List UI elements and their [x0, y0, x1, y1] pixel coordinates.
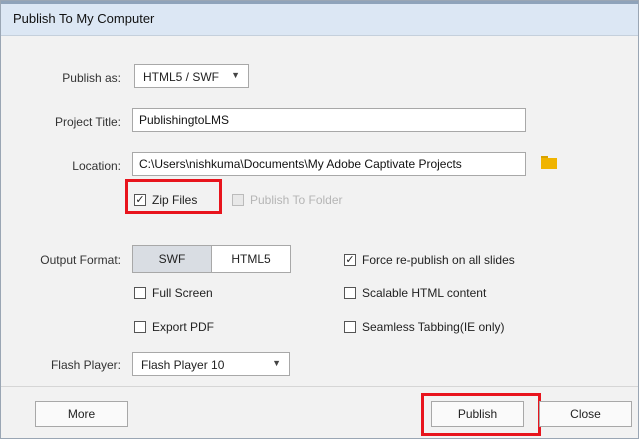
location-label: Location:: [72, 159, 121, 173]
seamless-tabbing-label: Seamless Tabbing(IE only): [362, 320, 505, 334]
force-republish-label: Force re-publish on all slides: [362, 253, 515, 267]
checkbox-empty-icon: [134, 321, 146, 333]
folder-body: [541, 158, 557, 169]
publish-as-value: HTML5 / SWF: [143, 70, 220, 84]
title-bar-edge: [1, 1, 638, 4]
publish-dialog: Publish To My Computer Publish as: HTML5…: [0, 0, 639, 439]
checkbox-empty-icon: [344, 287, 356, 299]
full-screen-checkbox[interactable]: Full Screen: [134, 286, 213, 300]
scalable-html-checkbox[interactable]: Scalable HTML content: [344, 286, 486, 300]
export-pdf-checkbox[interactable]: Export PDF: [134, 320, 214, 334]
chevron-down-icon: ▼: [231, 70, 240, 80]
flash-player-value: Flash Player 10: [141, 358, 225, 372]
chevron-down-icon: ▼: [272, 358, 281, 368]
publish-to-folder-checkbox[interactable]: Publish To Folder: [232, 193, 343, 207]
output-format-swf-button[interactable]: SWF: [132, 245, 212, 273]
force-republish-checkbox[interactable]: ✓ Force re-publish on all slides: [344, 253, 515, 267]
export-pdf-label: Export PDF: [152, 320, 215, 334]
flash-player-label: Flash Player:: [50, 358, 121, 372]
publish-as-dropdown[interactable]: HTML5 / SWF ▼: [134, 64, 249, 88]
checkbox-empty-icon: [344, 321, 356, 333]
checkbox-disabled-icon: [232, 194, 244, 206]
publish-highlight: [421, 393, 541, 436]
publish-to-folder-label: Publish To Folder: [250, 193, 343, 207]
full-screen-label: Full Screen: [152, 286, 213, 300]
flash-player-dropdown[interactable]: Flash Player 10 ▼: [132, 352, 290, 376]
publish-as-label: Publish as:: [62, 71, 121, 85]
check-icon: ✓: [344, 254, 356, 266]
button-bar-divider: [1, 386, 638, 387]
more-button[interactable]: More: [35, 401, 128, 427]
location-input[interactable]: [133, 153, 525, 175]
checkbox-empty-icon: [134, 287, 146, 299]
dialog-title: Publish To My Computer: [13, 11, 155, 26]
seamless-tabbing-checkbox[interactable]: Seamless Tabbing(IE only): [344, 320, 505, 334]
scalable-html-label: Scalable HTML content: [362, 286, 487, 300]
project-title-input[interactable]: [133, 109, 525, 131]
close-button[interactable]: Close: [539, 401, 632, 427]
zip-files-highlight: [125, 179, 222, 214]
project-title-field[interactable]: [132, 108, 526, 132]
output-format-label: Output Format:: [40, 253, 121, 267]
folder-icon[interactable]: [541, 156, 557, 169]
output-format-html5-button[interactable]: HTML5: [211, 245, 291, 273]
title-bar[interactable]: Publish To My Computer: [1, 1, 638, 36]
project-title-label: Project Title:: [54, 115, 121, 129]
location-field[interactable]: [132, 152, 526, 176]
